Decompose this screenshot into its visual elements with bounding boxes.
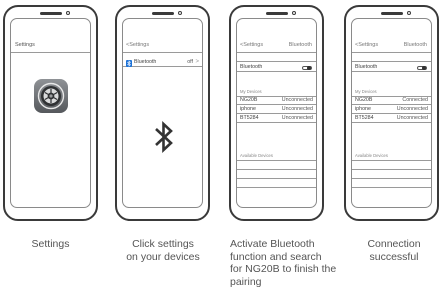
caption-step-4: Connection successful [345, 238, 443, 263]
device-name: BT5284 [240, 115, 259, 121]
phone-screen: <Settings Bluetooth Bluetooth My Devices… [236, 18, 317, 208]
caption-step-3: Activate Bluetooth function and search f… [230, 238, 348, 288]
bluetooth-toggle[interactable] [417, 65, 427, 70]
back-settings-link[interactable]: <Settings [355, 39, 378, 52]
nav-title: Bluetooth [403, 42, 427, 48]
back-settings-link[interactable]: <Settings [126, 39, 149, 52]
back-label: Settings [243, 42, 264, 48]
divider [352, 160, 431, 161]
phone-screen: Settings [10, 18, 91, 208]
device-name: iphone [355, 106, 371, 112]
device-name: BT5284 [355, 115, 374, 121]
bluetooth-icon [126, 59, 132, 67]
divider [237, 160, 316, 161]
device-name: NG20B [355, 97, 373, 103]
bluetooth-row-label: Bluetooth [134, 59, 157, 65]
my-devices-header: My Devices [240, 89, 262, 94]
caption-line: Click settings [132, 238, 194, 250]
device-row[interactable]: BT5284 Unconnected [237, 114, 316, 123]
back-settings-link[interactable]: <Settings [240, 39, 263, 52]
bluetooth-label: Bluetooth [240, 64, 263, 70]
device-status: Unconnected [281, 97, 313, 103]
device-row[interactable]: NG20B Connected [352, 96, 431, 105]
device-row[interactable]: iphone Unconnected [237, 105, 316, 114]
caption-line: Activate Bluetooth [230, 238, 315, 250]
caption-line: pairing [230, 275, 262, 288]
divider [237, 178, 316, 179]
caption-line: Settings [31, 238, 70, 250]
toggle-knob [422, 66, 426, 70]
caption-line: successful [369, 250, 419, 263]
back-label: Settings [358, 42, 379, 48]
bluetooth-toggle-row: Bluetooth [237, 63, 316, 72]
caption-step-2: Click settings on your devices [112, 238, 214, 263]
gear-icon [37, 82, 65, 110]
phone-settings-home: Settings [3, 5, 98, 221]
speaker [151, 12, 174, 15]
divider [352, 178, 431, 179]
camera [291, 11, 296, 15]
nav-title: Bluetooth [288, 42, 312, 48]
device-name: iphone [240, 106, 256, 112]
nav-bar: Settings [11, 39, 90, 53]
nav-bar: <Settings Bluetooth [237, 39, 316, 53]
device-status: Unconnected [396, 115, 428, 121]
my-devices-header: My Devices [355, 89, 377, 94]
nav-bar: <Settings [123, 39, 202, 53]
available-devices-header: Available Devices [355, 153, 388, 158]
bluetooth-row[interactable]: Bluetooth off > [123, 58, 202, 67]
phone-settings-list: <Settings Bluetooth off > [115, 5, 210, 221]
nav-bar: <Settings Bluetooth [352, 39, 431, 53]
chevron-right-icon: > [195, 59, 199, 65]
screen-title: Settings [15, 42, 35, 48]
device-row[interactable]: iphone Unconnected [352, 105, 431, 114]
divider [237, 187, 316, 188]
divider [237, 61, 316, 62]
device-status: Unconnected [281, 115, 313, 121]
speaker [265, 12, 288, 15]
camera [406, 11, 411, 15]
device-status: Connected [402, 97, 428, 103]
divider [352, 169, 431, 170]
phone-bluetooth-unpaired: <Settings Bluetooth Bluetooth My Devices… [229, 5, 324, 221]
phone-screen: <Settings Bluetooth off > [122, 18, 203, 208]
divider [237, 169, 316, 170]
toggle-knob [307, 66, 311, 70]
caption-line: for NG20B to finish the [230, 263, 337, 275]
speaker [39, 12, 62, 15]
caption-step-1: Settings [0, 238, 101, 251]
bluetooth-label: Bluetooth [355, 64, 378, 70]
available-devices-header: Available Devices [240, 153, 273, 158]
camera [177, 11, 182, 15]
back-label: Settings [129, 42, 150, 48]
bluetooth-icon [155, 121, 173, 153]
device-status: Unconnected [396, 106, 428, 112]
bluetooth-toggle-row: Bluetooth [352, 63, 431, 72]
device-name: NG20B [240, 97, 258, 103]
bluetooth-toggle[interactable] [302, 65, 312, 70]
device-row[interactable]: BT5284 Unconnected [352, 114, 431, 123]
device-status: Unconnected [281, 106, 313, 112]
divider [352, 61, 431, 62]
device-row[interactable]: NG20B Unconnected [237, 96, 316, 105]
divider [352, 187, 431, 188]
caption-line: function and search [230, 250, 322, 263]
settings-app-icon[interactable] [34, 79, 68, 113]
speaker [380, 12, 403, 15]
bluetooth-row-state: off [187, 59, 193, 65]
caption-line: on your devices [126, 250, 200, 263]
phone-bluetooth-connected: <Settings Bluetooth Bluetooth My Devices… [344, 5, 439, 221]
camera [65, 11, 70, 15]
phone-screen: <Settings Bluetooth Bluetooth My Devices… [351, 18, 432, 208]
caption-line: Connection [367, 238, 421, 250]
